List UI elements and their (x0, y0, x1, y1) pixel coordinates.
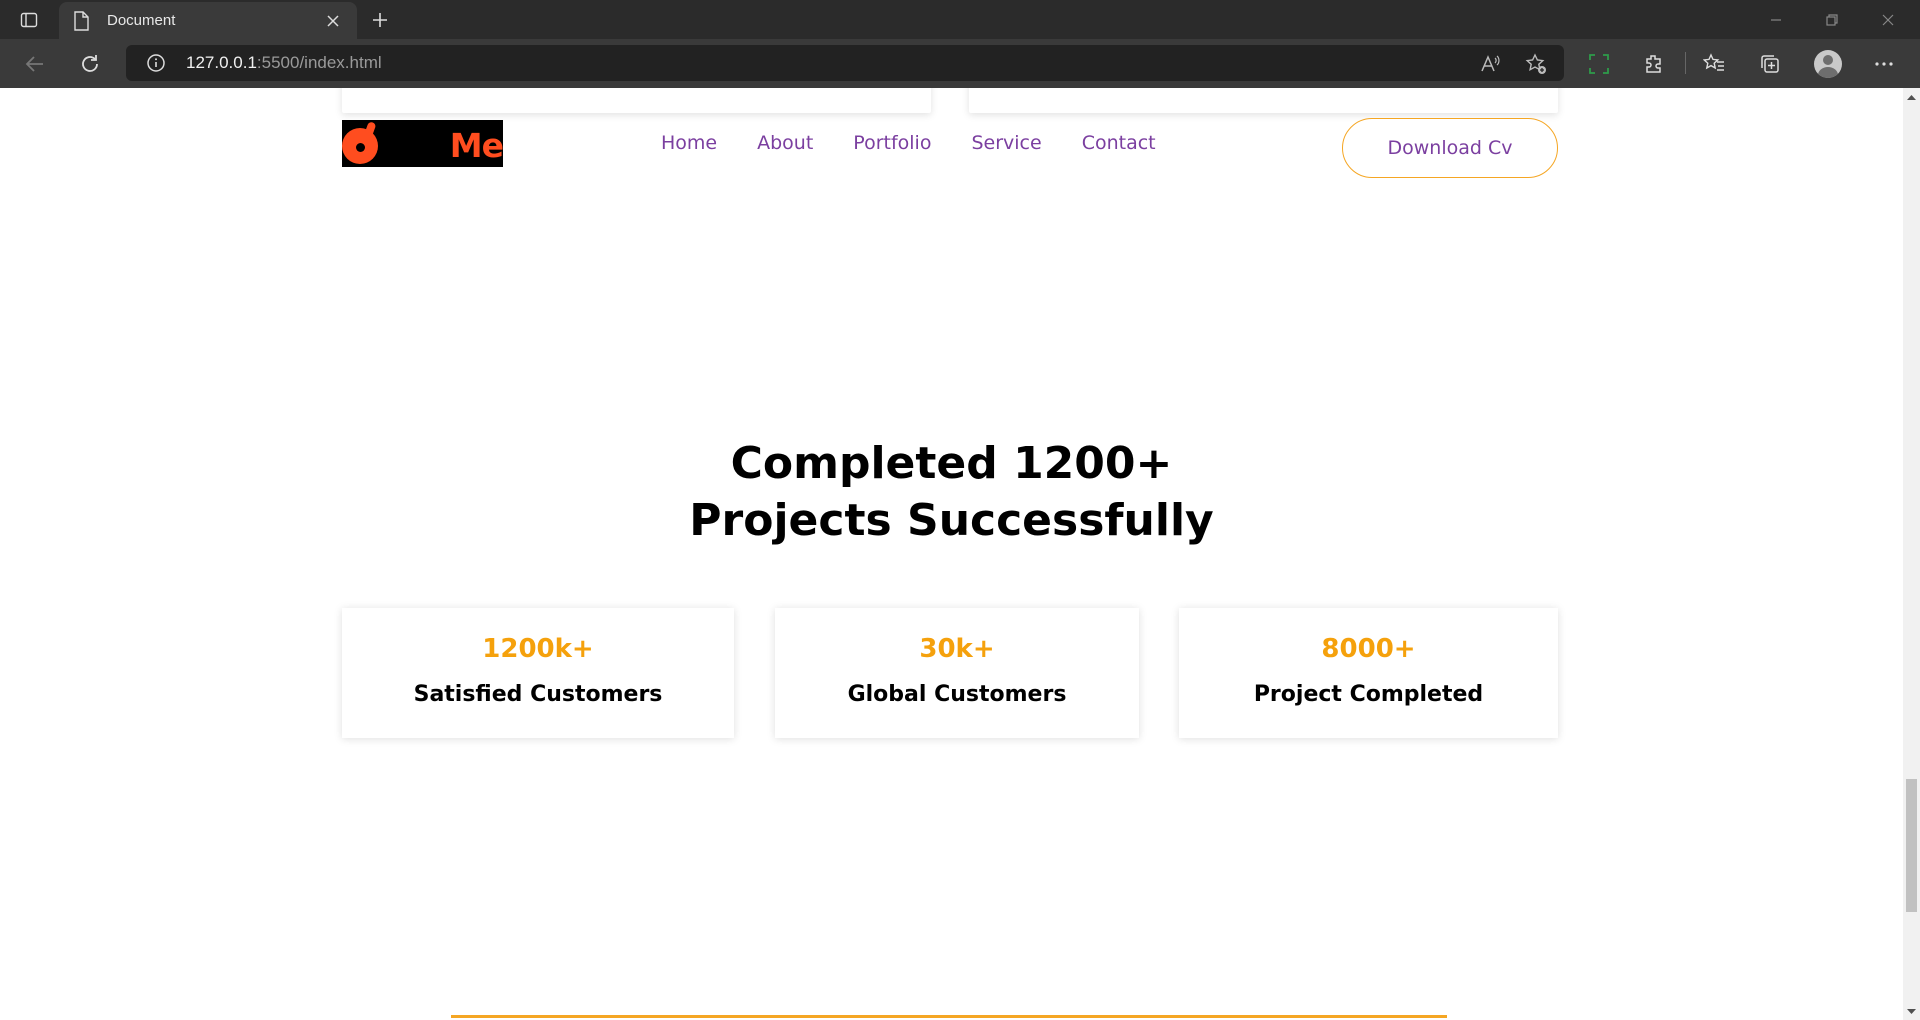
new-tab-icon[interactable] (368, 8, 392, 32)
heading-line-1: Completed 1200+ (730, 438, 1173, 489)
back-icon[interactable] (22, 51, 48, 77)
screenshot-icon[interactable] (1586, 51, 1612, 77)
tab-actions-icon[interactable] (18, 9, 40, 31)
stat-card-global: 30k+ Global Customers (775, 608, 1139, 738)
address-bar[interactable]: 127.0.0.1:5500/index.html (126, 45, 1564, 81)
nav-link-portfolio[interactable]: Portfolio (853, 132, 931, 154)
scrollbar-thumb[interactable] (1906, 779, 1917, 912)
nav-link-home[interactable]: Home (661, 132, 717, 154)
stat-card-projects: 8000+ Project Completed (1179, 608, 1558, 738)
logo-text: Me (449, 126, 503, 165)
close-icon[interactable] (323, 11, 343, 31)
logo-mark (342, 128, 378, 164)
info-icon[interactable] (146, 53, 166, 73)
more-icon[interactable] (1871, 51, 1897, 77)
toolbar-divider (1685, 52, 1686, 74)
nav-link-contact[interactable]: Contact (1082, 132, 1156, 154)
extensions-icon[interactable] (1641, 51, 1667, 77)
document-icon (73, 10, 93, 31)
stat-card-satisfied: 1200k+ Satisfied Customers (342, 608, 734, 738)
collections-icon[interactable] (1757, 51, 1783, 77)
site-navbar: Me Home About Portfolio Service Contact … (342, 118, 1558, 178)
nav-link-about[interactable]: About (757, 132, 813, 154)
profile-icon[interactable] (1814, 50, 1842, 78)
favorite-add-icon[interactable] (1524, 52, 1548, 76)
refresh-icon[interactable] (77, 51, 103, 77)
section-heading: Completed 1200+ Projects Successfully (0, 435, 1903, 549)
read-aloud-icon[interactable] (1478, 52, 1502, 76)
stat-value: 8000+ (1321, 634, 1416, 664)
previous-section-card (342, 88, 931, 113)
browser-tab-bar: Document (0, 0, 1920, 39)
stat-value: 1200k+ (482, 634, 594, 664)
stat-value: 30k+ (919, 634, 995, 664)
page-viewport: Me Home About Portfolio Service Contact … (0, 88, 1903, 1020)
download-cv-button[interactable]: Download Cv (1342, 118, 1558, 178)
section-divider (451, 1015, 1447, 1018)
scroll-up-icon[interactable] (1903, 88, 1920, 105)
page-scrollbar[interactable] (1903, 88, 1920, 1020)
heading-line-2: Projects Successfully (689, 495, 1214, 546)
main-menu: Home About Portfolio Service Contact (661, 132, 1196, 154)
url-text: 127.0.0.1:5500/index.html (186, 53, 382, 72)
tab-title: Document (107, 12, 176, 29)
nav-link-service[interactable]: Service (971, 132, 1041, 154)
minimize-icon[interactable] (1748, 0, 1804, 39)
scroll-down-icon[interactable] (1903, 1003, 1920, 1020)
site-logo[interactable]: Me (342, 120, 503, 167)
favorites-icon[interactable] (1701, 51, 1727, 77)
restore-icon[interactable] (1804, 0, 1860, 39)
browser-tab[interactable]: Document (59, 2, 357, 39)
window-close-icon[interactable] (1860, 0, 1916, 39)
previous-section-card (969, 88, 1558, 113)
stat-label: Global Customers (847, 682, 1067, 707)
browser-toolbar: 127.0.0.1:5500/index.html (0, 39, 1920, 88)
stat-label: Project Completed (1253, 682, 1484, 707)
stat-label: Satisfied Customers (413, 682, 663, 707)
